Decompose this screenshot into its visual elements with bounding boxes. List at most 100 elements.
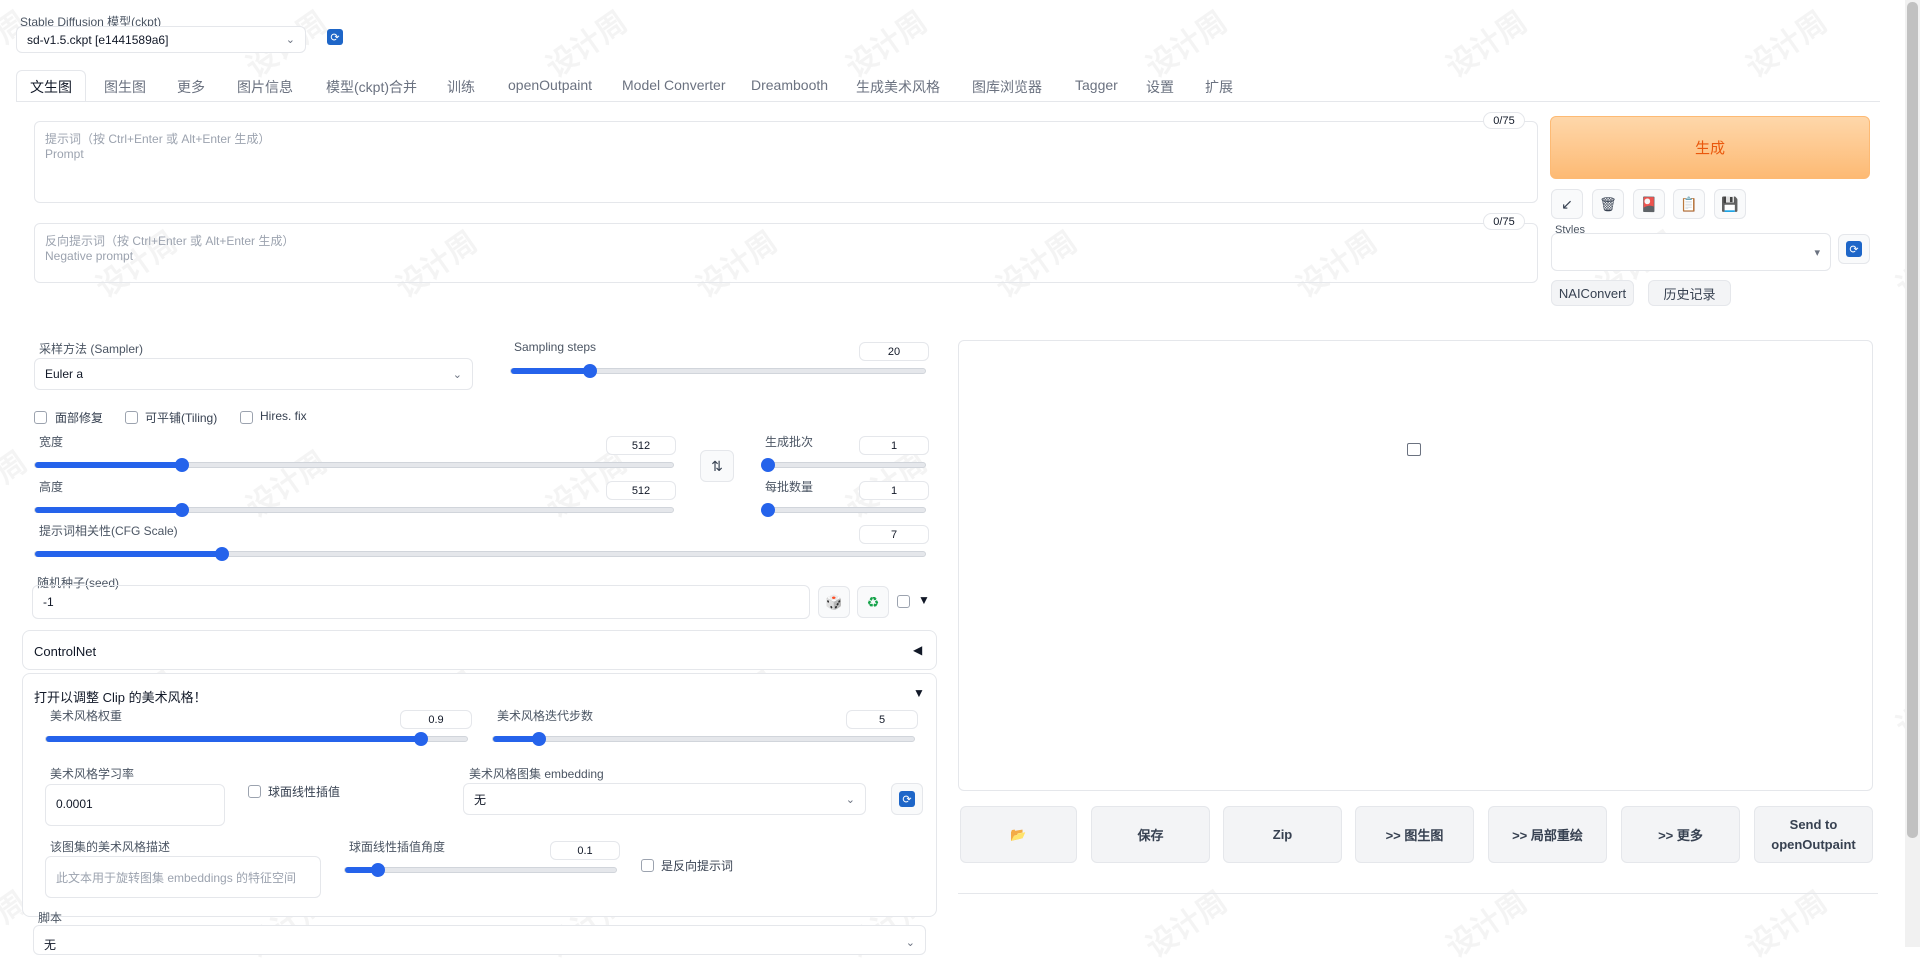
clipboard-icon[interactable]: 📋 bbox=[1673, 189, 1705, 219]
aesthetic-desc-input[interactable]: 此文本用于旋转图集 embeddings 的特征空间 bbox=[45, 856, 321, 898]
aesthetic-lr-input[interactable]: 0.0001 bbox=[45, 784, 225, 826]
save-style-icon[interactable]: 💾 bbox=[1714, 189, 1746, 219]
steps-value-input[interactable]: 20 bbox=[859, 342, 929, 361]
image-placeholder-icon bbox=[1407, 443, 1421, 456]
aesthetic-weight-slider[interactable] bbox=[45, 732, 468, 746]
slider-thumb[interactable] bbox=[582, 364, 597, 378]
watermark-text: 设计周 bbox=[1440, 885, 1534, 965]
send-to-openoutpaint-button[interactable]: Send to openOutpaint bbox=[1754, 806, 1873, 863]
triangle-left-icon[interactable]: ◀ bbox=[913, 643, 922, 657]
recycle-icon[interactable]: ♻ bbox=[857, 586, 889, 618]
styles-select[interactable]: ▾ bbox=[1551, 233, 1831, 271]
tab-train[interactable]: 训练 bbox=[447, 77, 475, 97]
watermark-text: 设计周 bbox=[540, 5, 634, 85]
negative-prompt-label: 是反向提示词 bbox=[661, 859, 734, 873]
slider-thumb[interactable] bbox=[761, 503, 775, 517]
batch-count-input[interactable]: 1 bbox=[859, 436, 929, 455]
aesthetic-steps-slider[interactable] bbox=[492, 732, 915, 746]
negative-prompt-input[interactable]: 反向提示词（按 Ctrl+Enter 或 Alt+Enter 生成） Negat… bbox=[34, 223, 1538, 283]
prompt-input[interactable]: 提示词（按 Ctrl+Enter 或 Alt+Enter 生成） Prompt bbox=[34, 121, 1538, 203]
cfg-slider[interactable] bbox=[34, 547, 926, 561]
tab-png-info[interactable]: 图片信息 bbox=[237, 77, 293, 97]
slider-thumb[interactable] bbox=[761, 458, 775, 472]
batch-count-label: 生成批次 bbox=[765, 435, 814, 449]
width-slider[interactable] bbox=[34, 458, 674, 472]
styles-refresh-button[interactable]: ⟳ bbox=[1838, 234, 1870, 264]
tiling-checkbox[interactable] bbox=[125, 411, 138, 424]
slider-thumb[interactable] bbox=[370, 863, 385, 877]
style-card-icon[interactable]: 🎴 bbox=[1633, 189, 1665, 219]
controlnet-panel[interactable] bbox=[22, 630, 937, 670]
output-divider bbox=[958, 893, 1878, 894]
slerp-angle-slider[interactable] bbox=[344, 863, 617, 877]
generate-button[interactable]: 生成 bbox=[1550, 116, 1870, 179]
tab-image-browser[interactable]: 图库浏览器 bbox=[972, 77, 1042, 97]
sampler-select[interactable]: Euler a ⌄ bbox=[34, 358, 473, 390]
naiconvert-button[interactable]: NAIConvert bbox=[1551, 280, 1634, 306]
tab-img2img[interactable]: 图生图 bbox=[104, 77, 146, 97]
height-slider[interactable] bbox=[34, 503, 674, 517]
slerp-label: 球面线性插值 bbox=[268, 785, 341, 799]
height-value-input[interactable]: 512 bbox=[606, 481, 676, 500]
tab-settings[interactable]: 设置 bbox=[1146, 77, 1174, 97]
width-value-input[interactable]: 512 bbox=[606, 436, 676, 455]
slider-fill bbox=[35, 551, 222, 557]
seed-input[interactable]: -1 bbox=[32, 585, 810, 619]
tab-tagger[interactable]: Tagger bbox=[1075, 77, 1118, 93]
send-to-inpaint-button[interactable]: >> 局部重绘 bbox=[1488, 806, 1607, 863]
negative-placeholder-2: Negative prompt bbox=[45, 249, 134, 263]
steps-slider[interactable] bbox=[510, 364, 926, 378]
tab-checkpoint-merger[interactable]: 模型(ckpt)合并 bbox=[326, 77, 417, 97]
history-button[interactable]: 历史记录 bbox=[1648, 280, 1731, 306]
triangle-down-icon[interactable]: ▼ bbox=[913, 686, 925, 700]
dice-icon[interactable]: 🎲 bbox=[818, 586, 850, 618]
cfg-value-input[interactable]: 7 bbox=[859, 525, 929, 544]
watermark-text: 设计周 bbox=[1740, 885, 1834, 965]
tiling-label: 可平铺(Tiling) bbox=[145, 411, 218, 425]
swap-dimensions-icon[interactable]: ⇅ bbox=[700, 450, 734, 482]
refresh-icon[interactable]: ⟳ bbox=[327, 29, 343, 45]
aesthetic-steps-input[interactable]: 5 bbox=[846, 710, 918, 729]
tab-divider bbox=[16, 101, 1880, 102]
tab-dreambooth[interactable]: Dreambooth bbox=[751, 77, 828, 93]
slider-thumb[interactable] bbox=[174, 458, 189, 472]
tab-openoutpaint[interactable]: openOutpaint bbox=[508, 77, 592, 93]
face-restore-checkbox[interactable] bbox=[34, 411, 47, 424]
batch-size-input[interactable]: 1 bbox=[859, 481, 929, 500]
send-to-extras-button[interactable]: >> 更多 bbox=[1621, 806, 1740, 863]
tab-model-converter[interactable]: Model Converter bbox=[622, 77, 726, 93]
batch-size-slider[interactable] bbox=[761, 503, 926, 517]
embedding-select[interactable]: 无 ⌄ bbox=[463, 783, 866, 815]
send-to-img2img-button[interactable]: >> 图生图 bbox=[1355, 806, 1474, 863]
slider-thumb[interactable] bbox=[174, 503, 189, 517]
script-select[interactable]: 无 ⌄ bbox=[33, 925, 926, 955]
page-scrollbar-thumb[interactable] bbox=[1907, 2, 1918, 838]
slider-fill bbox=[46, 736, 421, 742]
tab-extras[interactable]: 更多 bbox=[177, 77, 205, 97]
slider-thumb[interactable] bbox=[413, 732, 428, 746]
trash-icon[interactable]: 🗑 bbox=[1592, 189, 1624, 219]
chevron-down-icon: ⌄ bbox=[285, 34, 295, 46]
batch-count-slider[interactable] bbox=[761, 458, 926, 472]
triangle-down-icon[interactable]: ▼ bbox=[918, 593, 930, 607]
aesthetic-desc-placeholder: 此文本用于旋转图集 embeddings 的特征空间 bbox=[56, 871, 297, 885]
slerp-checkbox[interactable] bbox=[248, 785, 261, 798]
model-select[interactable]: sd-v1.5.ckpt [e1441589a6] ⌄ bbox=[16, 26, 306, 53]
read-params-icon[interactable]: ↙ bbox=[1551, 189, 1583, 219]
save-button[interactable]: 保存 bbox=[1091, 806, 1210, 863]
tab-aesthetic[interactable]: 生成美术风格 bbox=[856, 77, 940, 97]
slerp-angle-input[interactable]: 0.1 bbox=[550, 841, 620, 860]
chevron-down-icon: ⌄ bbox=[905, 937, 915, 949]
slerp-angle-label: 球面线性插值角度 bbox=[349, 840, 446, 854]
tab-extensions[interactable]: 扩展 bbox=[1205, 77, 1233, 97]
aesthetic-title[interactable]: 打开以调整 Clip 的美术风格！ bbox=[34, 687, 207, 706]
slider-thumb[interactable] bbox=[214, 547, 229, 561]
aesthetic-weight-input[interactable]: 0.9 bbox=[400, 710, 472, 729]
embedding-refresh-button[interactable]: ⟳ bbox=[891, 783, 923, 815]
tab-label-txt2img[interactable]: 文生图 bbox=[30, 77, 72, 97]
negative-prompt-checkbox[interactable] bbox=[641, 859, 654, 872]
zip-button[interactable]: Zip bbox=[1223, 806, 1342, 863]
hires-fix-checkbox[interactable] bbox=[240, 411, 253, 424]
open-folder-button[interactable]: 📂 bbox=[960, 806, 1077, 863]
extra-seed-checkbox[interactable] bbox=[897, 595, 910, 608]
